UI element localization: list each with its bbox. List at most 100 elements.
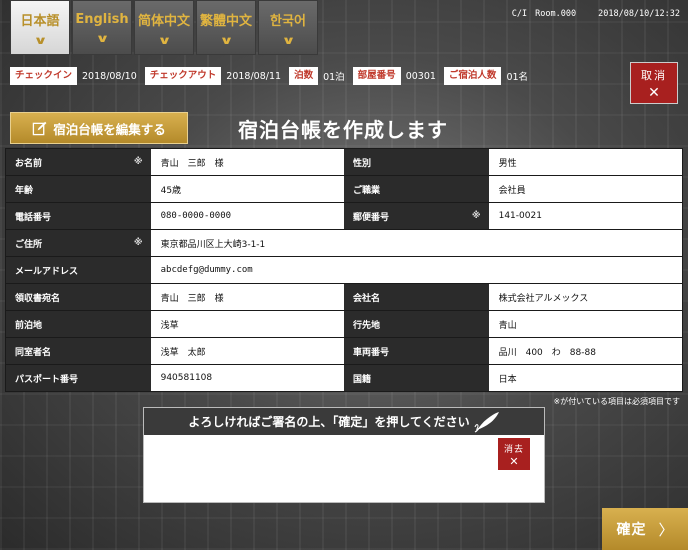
receipt-field[interactable]: 青山 三郎 様 — [150, 284, 344, 310]
prev-stay-field[interactable]: 浅草 — [150, 311, 344, 337]
email-label-cell: メールアドレス — [6, 257, 151, 283]
address-label: ご住所 — [15, 239, 43, 250]
confirm-button[interactable]: 確定 〉 — [602, 508, 688, 550]
phone-label: 電話番号 — [15, 212, 52, 223]
cancel-label: 取消 — [641, 68, 667, 82]
table-row: 領収書宛名 青山 三郎 様 会社名 株式会社アルメックス — [6, 284, 682, 311]
room-number-info: 部屋番号 00301 — [352, 67, 436, 85]
table-row: お名前 ※ 青山 三郎 様 性別 男性 — [6, 149, 682, 176]
gender-label-cell: 性別 — [344, 149, 489, 175]
tab-label: 繁體中文 — [199, 13, 252, 29]
table-row: ご住所 ※ 東京都品川区上大崎3-1-1 — [6, 230, 682, 257]
checkout-value: 2018/08/11 — [226, 70, 282, 82]
tab-label: 日本語 — [20, 13, 60, 29]
companion-label-cell: 同室者名 — [6, 338, 151, 364]
terminal-id: C/I — [511, 9, 528, 19]
signature-pad[interactable]: よろしければご署名の上、「確定」を押してください 消去 ✕ — [143, 407, 545, 503]
tab-traditional-chinese[interactable]: 繁體中文 ∨ — [196, 0, 256, 55]
quill-pen-icon — [474, 411, 499, 433]
required-note: ※が付いている項目は必須項目です — [553, 397, 680, 406]
chevron-down-icon: ∨ — [280, 33, 296, 47]
address-label-cell: ご住所 ※ — [6, 230, 151, 256]
gender-label: 性別 — [353, 158, 372, 169]
room-number-value: 00301 — [405, 70, 436, 82]
checkin-value: 2018/08/10 — [82, 70, 137, 82]
destination-field[interactable]: 青山 — [488, 311, 682, 337]
address-field[interactable]: 東京都品川区上大崎3-1-1 — [150, 230, 682, 256]
table-row: パスポート番号 940581108 国籍 日本 — [6, 365, 682, 391]
erase-button[interactable]: 消去 ✕ — [498, 438, 530, 470]
prev-stay-label-cell: 前泊地 — [6, 311, 151, 337]
checkout-label: チェックアウト — [144, 67, 222, 85]
email-field[interactable]: abcdefg@dummy.com — [150, 257, 682, 283]
tab-english[interactable]: English ∨ — [72, 0, 132, 55]
name-label: お名前 — [15, 158, 43, 169]
vehicle-label-cell: 車両番号 — [344, 338, 489, 364]
signature-header: よろしければご署名の上、「確定」を押してください — [144, 408, 544, 435]
table-row: メールアドレス abcdefg@dummy.com — [6, 257, 682, 284]
chevron-down-icon: ∨ — [32, 33, 48, 47]
passport-field[interactable]: 940581108 — [150, 365, 344, 391]
chevron-down-icon: ∨ — [94, 31, 110, 45]
checkin-info: チェックイン 2018/08/10 — [10, 67, 137, 85]
nights-info: 泊数 01泊 — [289, 67, 345, 85]
receipt-label: 領収書宛名 — [15, 293, 61, 304]
required-mark: ※ — [133, 238, 143, 248]
tab-korean[interactable]: 한국어 ∨ — [258, 0, 318, 55]
close-icon: ✕ — [648, 84, 660, 101]
company-label: 会社名 — [353, 293, 381, 304]
tab-simplified-chinese[interactable]: 简体中文 ∨ — [134, 0, 194, 55]
terminal-info: C/I Room.000 2018/08/10/12:32 — [512, 9, 680, 19]
age-field[interactable]: 45歳 — [150, 176, 344, 202]
chevron-down-icon: ∨ — [156, 33, 172, 47]
room-number-label: 部屋番号 — [352, 67, 401, 85]
postal-label-cell: 郵便番号 ※ — [344, 203, 489, 229]
checkout-info: チェックアウト 2018/08/11 — [144, 67, 282, 85]
edit-registry-button[interactable]: 宿泊台帳を編集する — [10, 112, 188, 144]
edit-registry-label: 宿泊台帳を編集する — [53, 121, 166, 137]
phone-field[interactable]: 080-0000-0000 — [150, 203, 344, 229]
vehicle-label: 車両番号 — [353, 347, 390, 358]
passport-label: パスポート番号 — [15, 374, 79, 385]
prev-stay-label: 前泊地 — [15, 320, 43, 331]
registry-table: お名前 ※ 青山 三郎 様 性別 男性 年齢 45歳 ご職業 会社員 電話番号 … — [5, 148, 683, 392]
table-row: 電話番号 080-0000-0000 郵便番号 ※ 141-0021 — [6, 203, 682, 230]
guests-info: ご宿泊人数 01名 — [443, 67, 529, 85]
cancel-button[interactable]: 取消 ✕ — [630, 62, 678, 104]
table-row: 同室者名 浅草 太郎 車両番号 品川 400 わ 88-88 — [6, 338, 682, 365]
company-field[interactable]: 株式会社アルメックス — [488, 284, 682, 310]
companion-field[interactable]: 浅草 太郎 — [150, 338, 344, 364]
age-label: 年齢 — [15, 185, 34, 196]
postal-field[interactable]: 141-0021 — [488, 203, 682, 229]
nights-value: 01泊 — [323, 72, 345, 83]
tab-japanese[interactable]: 日本語 ∨ — [10, 0, 70, 55]
occupation-field[interactable]: 会社員 — [488, 176, 682, 202]
age-label-cell: 年齢 — [6, 176, 151, 202]
signature-prompt: よろしければご署名の上、「確定」を押してください — [188, 415, 470, 429]
name-field[interactable]: 青山 三郎 様 — [150, 149, 344, 175]
vehicle-field[interactable]: 品川 400 わ 88-88 — [488, 338, 682, 364]
chevron-right-icon: 〉 — [658, 520, 674, 539]
edit-icon — [32, 121, 47, 135]
language-tabs: 日本語 ∨ English ∨ 简体中文 ∨ 繁體中文 ∨ 한국어 ∨ — [10, 0, 318, 55]
email-label: メールアドレス — [15, 266, 79, 277]
tab-label: 简体中文 — [137, 13, 190, 29]
confirm-label: 確定 — [616, 522, 647, 538]
phone-label-cell: 電話番号 — [6, 203, 151, 229]
destination-label-cell: 行先地 — [344, 311, 489, 337]
nationality-field[interactable]: 日本 — [488, 365, 682, 391]
tab-label: 한국어 — [270, 13, 306, 29]
close-icon: ✕ — [509, 454, 519, 468]
guests-value: 01名 — [506, 72, 529, 83]
occupation-label-cell: ご職業 — [344, 176, 489, 202]
nights-label: 泊数 — [289, 67, 319, 85]
erase-label: 消去 — [503, 444, 524, 455]
destination-label: 行先地 — [353, 320, 381, 331]
checkin-label: チェックイン — [10, 67, 78, 85]
table-row: 年齢 45歳 ご職業 会社員 — [6, 176, 682, 203]
required-mark: ※ — [471, 211, 481, 221]
nationality-label-cell: 国籍 — [344, 365, 489, 391]
gender-field[interactable]: 男性 — [488, 149, 682, 175]
chevron-down-icon: ∨ — [218, 33, 234, 47]
datetime: 2018/08/10/12:32 — [598, 9, 680, 19]
